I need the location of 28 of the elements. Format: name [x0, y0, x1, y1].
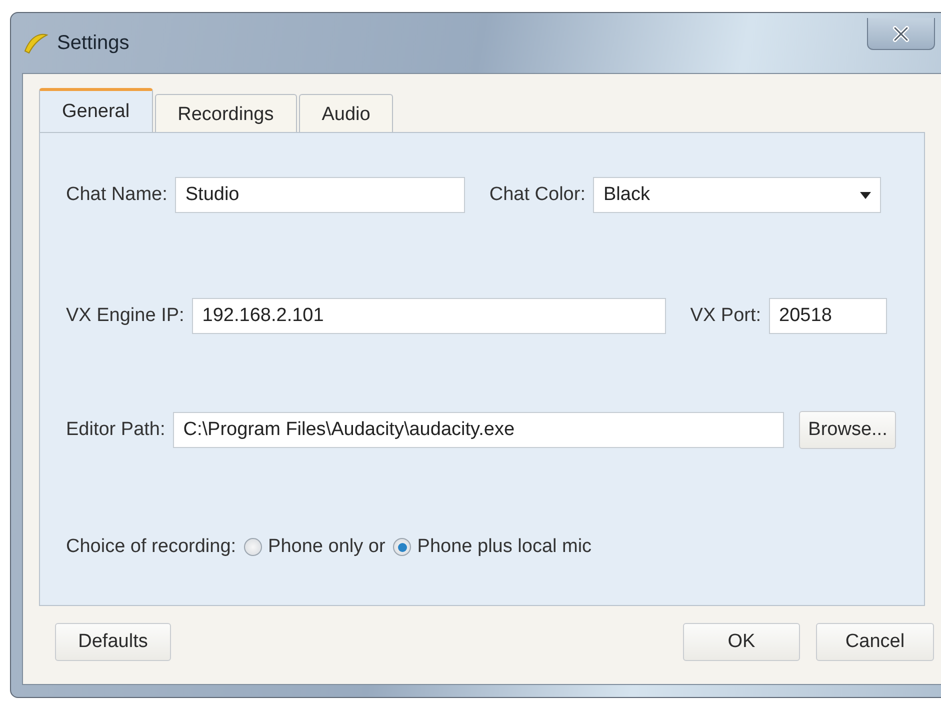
- port-field[interactable]: 20518: [769, 298, 888, 334]
- tab[interactable]: Audio: [298, 94, 394, 132]
- close-icon: [892, 26, 910, 42]
- field-label: Chat Name:: [66, 184, 168, 206]
- field-label: VX Engine IP:: [66, 305, 184, 327]
- tab[interactable]: General: [39, 88, 153, 132]
- chat-name-field[interactable]: Studio: [175, 177, 466, 213]
- radio-label[interactable]: Phone plus local mic: [417, 536, 592, 558]
- field-label: VX Port:: [690, 305, 762, 327]
- browse-button[interactable]: Browse...: [799, 411, 896, 449]
- window-title: Settings: [57, 32, 130, 54]
- app-logo-icon: [23, 31, 49, 55]
- field-label: Editor Path:: [66, 419, 166, 441]
- tab[interactable]: Recordings: [154, 94, 297, 132]
- radio-label[interactable]: Phone only or: [268, 536, 386, 558]
- ok-button[interactable]: OK: [683, 623, 800, 661]
- chat-color-dropdown[interactable]: Black: [593, 177, 882, 213]
- close-button[interactable]: [867, 18, 935, 50]
- dropdown-arrow-icon: [860, 192, 872, 198]
- dropdown-value: Black: [603, 184, 650, 206]
- field-label: Chat Color:: [489, 184, 586, 206]
- field-label: Choice of recording:: [66, 536, 236, 558]
- radio-button[interactable]: [244, 538, 262, 556]
- engine-ip-field[interactable]: 192.168.2.101: [192, 298, 666, 334]
- editor-path-field[interactable]: C:\Program Files\Audacity\audacity.exe: [173, 412, 784, 448]
- defaults-button[interactable]: Defaults: [55, 623, 171, 661]
- radio-button[interactable]: [393, 538, 412, 556]
- cancel-button[interactable]: Cancel: [816, 623, 934, 661]
